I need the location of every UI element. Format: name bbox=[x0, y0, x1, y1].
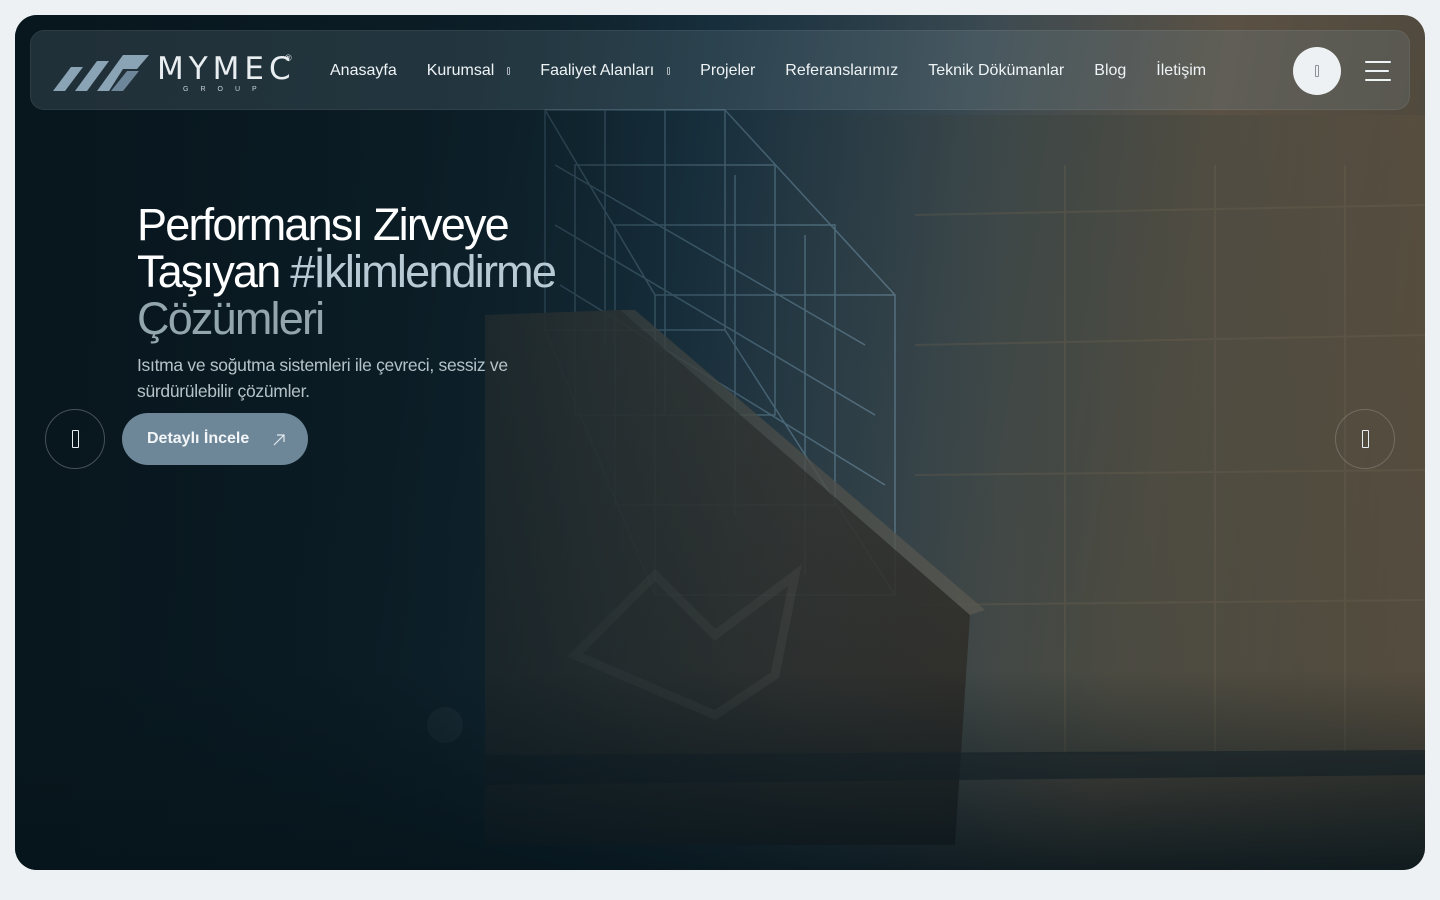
brand-name: MYMEC bbox=[157, 51, 296, 87]
nav-item-projeler[interactable]: Projeler bbox=[700, 62, 755, 80]
arrow-link-icon bbox=[273, 434, 285, 446]
prev-slide-button[interactable] bbox=[45, 409, 105, 469]
nav-item-label: Faaliyet Alanları bbox=[540, 62, 655, 79]
nav-item-iletisim[interactable]: İletişim bbox=[1156, 62, 1206, 80]
logo-mark-icon bbox=[53, 55, 149, 91]
brand-subtitle: GROUP bbox=[183, 86, 269, 93]
next-slide-button[interactable] bbox=[1335, 409, 1395, 469]
nav-item-faaliyet-alanlari[interactable]: Faaliyet Alanları bbox=[540, 62, 671, 80]
nav-item-kurumsal[interactable]: Kurumsal bbox=[427, 62, 511, 80]
headline-line-3: Çözümleri bbox=[137, 293, 325, 344]
hamburger-icon bbox=[1365, 61, 1391, 63]
brand-registered-mark: ® bbox=[285, 53, 292, 63]
nav-item-anasayfa[interactable]: Anasayfa bbox=[330, 62, 397, 80]
top-navbar: MYMEC ® GROUP Anasayfa Kurumsal Faaliyet… bbox=[30, 30, 1410, 110]
bottom-shade-overlay bbox=[15, 670, 1425, 870]
headline-line-2-prefix: Taşıyan bbox=[137, 246, 291, 297]
main-nav: Anasayfa Kurumsal Faaliyet Alanları Proj… bbox=[330, 31, 1236, 111]
nav-item-teknik-dokumanlar[interactable]: Teknik Dökümanlar bbox=[928, 62, 1064, 80]
nav-item-label: İletişim bbox=[1156, 62, 1207, 79]
nav-item-label: Kurumsal bbox=[426, 62, 495, 79]
headline-line-1: Performansı Zirveye bbox=[137, 199, 510, 250]
hamburger-menu-button[interactable] bbox=[1365, 59, 1393, 83]
chevron-down-icon bbox=[507, 67, 511, 75]
hamburger-icon-line bbox=[1365, 79, 1391, 81]
details-button[interactable]: Detaylı İncele bbox=[122, 413, 308, 465]
headline-hashtag: #İklimlendirme bbox=[290, 246, 557, 297]
nav-item-referanslarimiz[interactable]: Referanslarımız bbox=[785, 62, 898, 80]
headline-line-2: Taşıyan #İklimlendirme bbox=[137, 248, 657, 295]
nav-item-label: Teknik Dökümanlar bbox=[928, 62, 1065, 79]
nav-item-label: Projeler bbox=[700, 62, 756, 79]
search-button[interactable] bbox=[1293, 47, 1341, 95]
arrow-right-icon bbox=[1361, 430, 1369, 448]
nav-item-blog[interactable]: Blog bbox=[1094, 62, 1126, 80]
hero-subtitle: Isıtma ve soğutma sistemleri ile çevreci… bbox=[137, 355, 508, 401]
brand-logo[interactable]: MYMEC ® GROUP bbox=[53, 49, 303, 97]
nav-item-label: Blog bbox=[1094, 62, 1127, 79]
hero-headline: Performansı Zirveye Taşıyan #İklimlendir… bbox=[137, 201, 657, 342]
nav-item-label: Referanslarımız bbox=[785, 62, 899, 79]
arrow-left-icon bbox=[71, 430, 79, 448]
hamburger-icon-line bbox=[1365, 70, 1389, 72]
nav-item-label: Anasayfa bbox=[330, 62, 397, 79]
details-button-label: Detaylı İncele bbox=[147, 430, 250, 447]
chevron-down-icon bbox=[667, 67, 671, 75]
search-icon bbox=[1315, 65, 1319, 77]
